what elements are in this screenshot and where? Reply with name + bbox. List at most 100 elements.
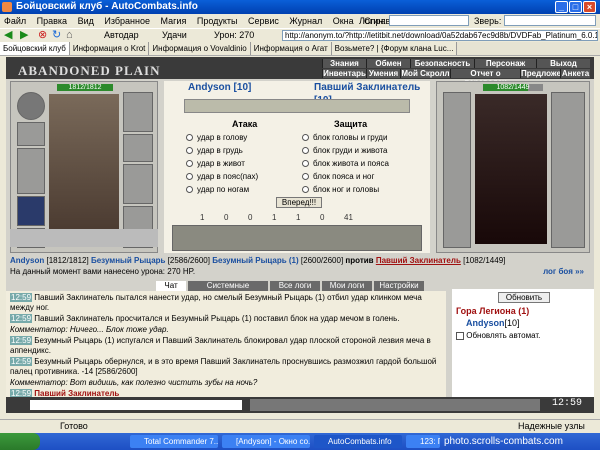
attack-option-head[interactable]: удар в голову bbox=[186, 131, 294, 144]
tab-my-logs[interactable]: Мои логи bbox=[322, 281, 372, 291]
opponent-avatar[interactable] bbox=[475, 94, 547, 244]
fighter-fallen-caster[interactable]: Павший Заклинатель bbox=[376, 256, 461, 265]
fighter-andyson[interactable]: Andyson bbox=[10, 256, 44, 265]
weapon-slot[interactable] bbox=[17, 148, 45, 194]
menu-bar: Файл Правка Вид Избранное Магия Продукты… bbox=[0, 14, 600, 28]
attack-option-stomach[interactable]: удар в живот bbox=[186, 157, 294, 170]
maximize-button[interactable]: □ bbox=[569, 1, 582, 13]
close-button[interactable]: × bbox=[583, 1, 596, 13]
menu-file[interactable]: Файл bbox=[4, 16, 26, 26]
block-option-chest-stomach[interactable]: блок груди и живота bbox=[302, 144, 428, 157]
chat-input[interactable] bbox=[30, 400, 242, 410]
chat-log: 12:59 Павший Заклинатель пытался нанести… bbox=[6, 291, 446, 397]
block-option-belt-legs[interactable]: блок пояса и ног bbox=[302, 170, 428, 183]
player-avatar[interactable] bbox=[49, 94, 119, 234]
chat-message: 12:59 Павший Заклинатель bbox=[10, 389, 120, 397]
block-option-legs-head[interactable]: блок ног и головы bbox=[302, 183, 428, 196]
nav-exit[interactable]: Выход bbox=[536, 59, 590, 68]
menu-journal[interactable]: Журнал bbox=[289, 16, 322, 26]
tab-info-krot[interactable]: Информация о Krot bbox=[69, 42, 150, 55]
forward-icon[interactable]: ▶ bbox=[20, 29, 28, 42]
login-label: Логин: bbox=[359, 16, 386, 26]
fighter-mad-knight-1[interactable]: Безумный Рыцарь (1) bbox=[212, 256, 298, 265]
login-input[interactable] bbox=[389, 15, 469, 26]
defense-options: блок головы и груди блок груди и живота … bbox=[302, 131, 428, 196]
menu-windows[interactable]: Окна bbox=[333, 16, 354, 26]
location-panel: Обновить Гора Легиона (1) Andyson[10] Об… bbox=[452, 289, 594, 397]
damage-line: На данный момент вами нанесено урона: 27… bbox=[10, 267, 590, 277]
nav-skills[interactable]: Умения bbox=[366, 69, 400, 78]
status-ready: Готово bbox=[60, 421, 88, 431]
refresh-icon[interactable]: ↻ bbox=[52, 29, 61, 42]
tab-info-vovaldinio[interactable]: Информация о Vovaldinio bbox=[149, 42, 251, 55]
auto-refresh-row[interactable]: Обновлять автомат. bbox=[456, 331, 540, 340]
chat-tools[interactable] bbox=[250, 399, 540, 411]
tab-forum[interactable]: Возьмете? | {Форум клана Luc... bbox=[331, 42, 458, 55]
fight-headers: Атака Защита bbox=[194, 119, 404, 129]
refresh-button[interactable]: Обновить bbox=[498, 292, 550, 303]
forward-button[interactable]: Вперед!!! bbox=[276, 197, 322, 208]
tab-settings[interactable]: Настройки bbox=[374, 281, 424, 291]
nav-transfer-report[interactable]: Отчет о переводах bbox=[450, 69, 520, 87]
autodar-button[interactable]: Автодар bbox=[104, 29, 139, 42]
stop-icon[interactable]: ⊗ bbox=[38, 29, 47, 42]
nav-profile[interactable]: Анкета bbox=[560, 69, 590, 78]
gloves-slot[interactable] bbox=[123, 134, 153, 162]
armor-slot[interactable] bbox=[17, 196, 45, 226]
attack-option-legs[interactable]: удар по ногам bbox=[186, 183, 294, 196]
player-name[interactable]: Andyson [10] bbox=[188, 81, 251, 94]
shield-slot[interactable] bbox=[123, 164, 153, 204]
user-row[interactable]: Andyson[10] bbox=[466, 318, 520, 328]
nav-knowledge[interactable]: Знания bbox=[322, 59, 366, 68]
tab-chat[interactable]: Чат bbox=[156, 281, 186, 291]
amulet-slot[interactable] bbox=[17, 122, 45, 146]
player-spells-row bbox=[10, 229, 158, 247]
menu-view[interactable]: Вид bbox=[78, 16, 94, 26]
damage-counter: Урон: 270 bbox=[214, 30, 255, 40]
spell-slots[interactable] bbox=[172, 225, 422, 251]
opponent-right-slots[interactable] bbox=[551, 92, 585, 248]
menu-magic[interactable]: Магия bbox=[161, 16, 187, 26]
nav-character[interactable]: Персонаж bbox=[474, 59, 536, 68]
menu-service[interactable]: Сервис bbox=[248, 16, 279, 26]
address-bar[interactable]: http://anonym.to/?http://letitbit.net/do… bbox=[282, 30, 598, 41]
block-option-head-chest[interactable]: блок головы и груди bbox=[302, 131, 428, 144]
chat-message: 12:59 Безумный Рыцарь обернулся, и в это… bbox=[10, 357, 437, 376]
attack-options: удар в голову удар в грудь удар в живот … bbox=[186, 131, 294, 196]
start-button[interactable] bbox=[0, 433, 40, 450]
browser-tabs: Бойцовский клуб Информация о Krot Информац… bbox=[0, 42, 600, 56]
auto-refresh-checkbox[interactable] bbox=[456, 331, 464, 340]
task-total-commander[interactable]: Total Commander 7.... bbox=[130, 435, 218, 448]
tab-system-messages[interactable]: Системные сообщения bbox=[188, 281, 268, 300]
attack-option-groin[interactable]: удар в пояс(пах) bbox=[186, 170, 294, 183]
tab-info-agat[interactable]: Информация о Агат bbox=[250, 42, 332, 55]
opponent-left-slots[interactable] bbox=[443, 92, 471, 248]
menu-edit[interactable]: Правка bbox=[37, 16, 67, 26]
tab-all-logs[interactable]: Все логи bbox=[270, 281, 320, 291]
menu-products[interactable]: Продукты bbox=[197, 16, 238, 26]
watermark: photo.scrolls-combats.com bbox=[444, 436, 563, 447]
task-autocombats[interactable]: AutoCombats.info bbox=[314, 435, 402, 448]
tab-fight-club[interactable]: Бойцовский клуб bbox=[0, 42, 70, 55]
task-123[interactable]: 123: Прав... bbox=[406, 435, 440, 448]
quick-slots[interactable] bbox=[184, 99, 410, 113]
nav-exchange[interactable]: Обмен bbox=[366, 59, 410, 68]
minimize-button[interactable]: _ bbox=[555, 1, 568, 13]
nav-offers[interactable]: Предложения bbox=[520, 69, 575, 78]
task-andyson-window[interactable]: [Andyson] - Окно со... bbox=[222, 435, 310, 448]
chat-input-bar: 12:59 bbox=[6, 397, 594, 413]
attack-option-chest[interactable]: удар в грудь bbox=[186, 144, 294, 157]
beast-input[interactable] bbox=[504, 15, 596, 26]
battle-log-link[interactable]: лог боя »» bbox=[543, 267, 584, 277]
nav-inventory[interactable]: Инвентарь bbox=[322, 69, 366, 78]
helmet-slot[interactable] bbox=[17, 92, 45, 120]
nav-my-scroll[interactable]: Мой Скролл bbox=[400, 69, 450, 78]
block-option-stomach-belt[interactable]: блок живота и пояса bbox=[302, 157, 428, 170]
fighter-mad-knight[interactable]: Безумный Рыцарь bbox=[91, 256, 165, 265]
back-icon[interactable]: ◀ bbox=[4, 29, 12, 42]
menu-favorites[interactable]: Избранное bbox=[104, 16, 150, 26]
home-icon[interactable]: ⌂ bbox=[66, 29, 73, 42]
udachi-button[interactable]: Удачи bbox=[162, 29, 187, 42]
nav-security[interactable]: Безопасность bbox=[410, 59, 474, 68]
ring-slots[interactable] bbox=[123, 92, 153, 132]
